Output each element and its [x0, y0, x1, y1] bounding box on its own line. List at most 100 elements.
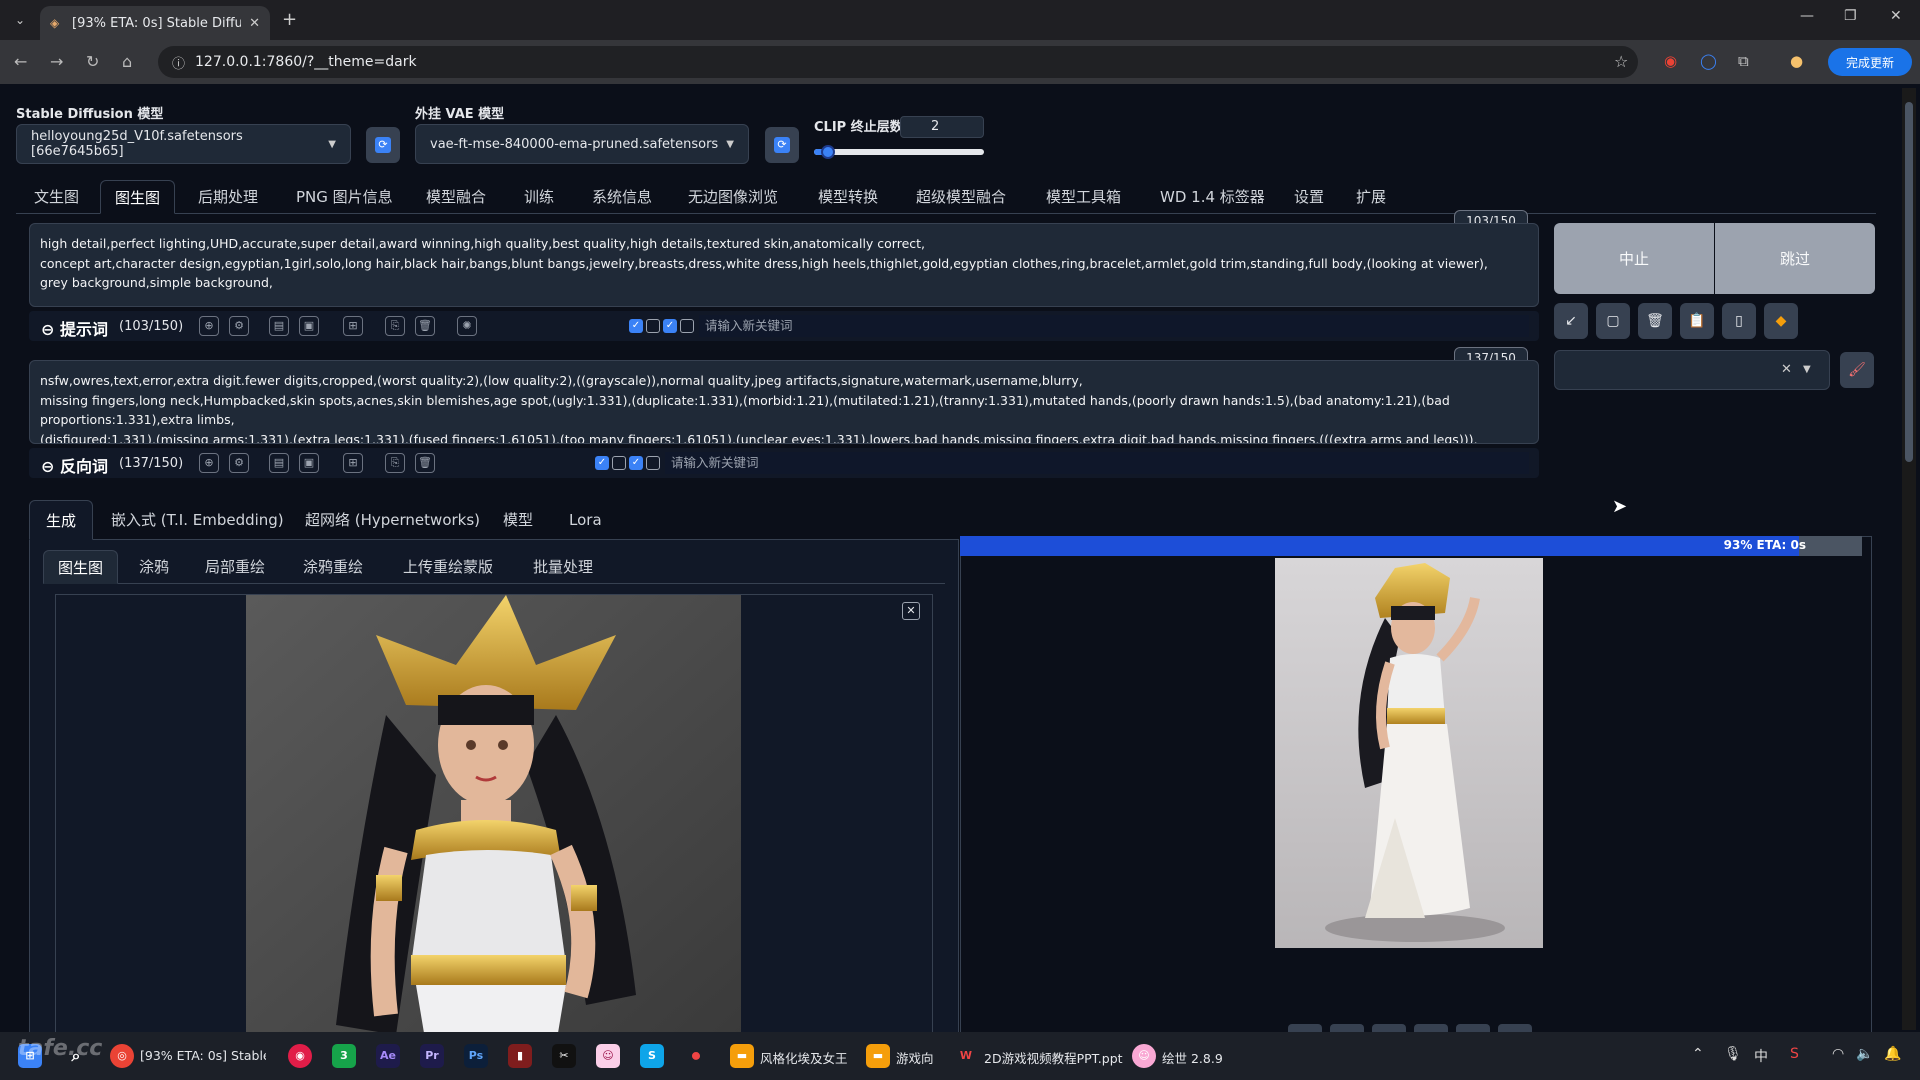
browser-tab[interactable]: ◈ [93% ETA: 0s] Stable Diffusion ✕	[40, 6, 270, 40]
copy-icon[interactable]: ⎘	[385, 453, 405, 473]
collapse-prompt-toggle[interactable]: ⊖ 提示词	[41, 316, 108, 340]
img-tab-3[interactable]: 涂鸦重绘	[303, 550, 363, 584]
new-tab-icon[interactable]: +	[282, 9, 297, 30]
styles-button[interactable]: 📋	[1680, 303, 1714, 339]
main-tab-3[interactable]: PNG 图片信息	[294, 180, 395, 214]
img-tab-0[interactable]: 图生图	[43, 550, 119, 584]
main-tab-8[interactable]: 模型转换	[816, 180, 880, 214]
update-button[interactable]: 完成更新	[1828, 48, 1912, 76]
folder-icon[interactable]: ▬	[866, 1044, 890, 1068]
trash-icon[interactable]: 🗑	[415, 453, 435, 473]
profile-avatar-icon[interactable]: ●	[1790, 52, 1803, 70]
app-3-icon[interactable]: 3	[332, 1044, 356, 1068]
checkbox-icon[interactable]: ✓	[595, 456, 609, 470]
negative-textarea[interactable]: nsfw,owres,text,error,extra digit.fewer …	[29, 360, 1539, 444]
apply-style-button[interactable]: 🖌	[1840, 352, 1874, 388]
bookmark-star-icon[interactable]: ☆	[1614, 52, 1628, 71]
microphone-icon[interactable]: 🎙	[1724, 1046, 1742, 1062]
back-icon[interactable]: ←	[14, 52, 27, 71]
extension-circle-icon[interactable]: ◯	[1700, 52, 1717, 70]
reload-icon[interactable]: ↻	[86, 52, 99, 71]
main-tab-1[interactable]: 图生图	[100, 180, 176, 214]
style-select[interactable]: ✕ ▼	[1554, 350, 1830, 390]
clip-skip-input[interactable]: 2	[900, 116, 984, 138]
main-tab-6[interactable]: 系统信息	[590, 180, 654, 214]
main-tab-0[interactable]: 文生图	[32, 180, 81, 214]
tab-list-icon[interactable]: ⌄	[8, 8, 32, 32]
img-tab-1[interactable]: 涂鸦	[139, 550, 169, 584]
sub-tab-4[interactable]: Lora	[569, 500, 602, 540]
interrupt-button[interactable]: 中止	[1554, 223, 1714, 294]
extensions-puzzle-icon[interactable]: ⧉	[1738, 52, 1749, 70]
translate-icon[interactable]: ⊕	[199, 453, 219, 473]
close-tab-icon[interactable]: ✕	[249, 16, 260, 31]
img-tab-2[interactable]: 局部重绘	[205, 550, 265, 584]
restore-icon[interactable]: ❐	[1844, 8, 1857, 24]
copy-icon[interactable]: ⎘	[385, 316, 405, 336]
photoshop-icon[interactable]: Ps	[464, 1044, 488, 1068]
bookmark-icon[interactable]: ▣	[299, 453, 319, 473]
collapse-negative-toggle[interactable]: ⊖ 反向词	[41, 453, 108, 477]
read-params-button[interactable]: ↙	[1554, 303, 1588, 339]
forward-icon[interactable]: →	[50, 52, 63, 71]
refresh-vae-button[interactable]: ⟳	[765, 127, 799, 163]
capcut-icon[interactable]: ✂	[552, 1044, 576, 1068]
tray-chevron-icon[interactable]: ⌃	[1692, 1046, 1704, 1062]
clip-skip-slider[interactable]	[814, 145, 984, 159]
minimize-icon[interactable]: —	[1800, 8, 1814, 24]
skip-button[interactable]: 跳过	[1715, 223, 1875, 294]
wifi-icon[interactable]: ◠	[1832, 1046, 1844, 1062]
checkbox-icon[interactable]: ✓	[629, 456, 643, 470]
scroll-thumb[interactable]	[1905, 102, 1913, 462]
checkbox-icon[interactable]	[680, 319, 694, 333]
clock-icon[interactable]	[612, 456, 626, 470]
close-icon[interactable]: ✕	[902, 602, 920, 620]
sub-tab-2[interactable]: 超网络 (Hypernetworks)	[305, 500, 480, 540]
ime-indicator[interactable]: 中	[1754, 1046, 1768, 1066]
page-scrollbar[interactable]	[1902, 88, 1916, 1030]
main-tab-4[interactable]: 模型融合	[424, 180, 488, 214]
history-icon[interactable]: ▤	[269, 453, 289, 473]
folder-icon[interactable]: ▬	[730, 1044, 754, 1068]
chrome-icon[interactable]: ◎	[110, 1044, 134, 1068]
wps-icon[interactable]: W	[954, 1044, 978, 1068]
clear-button[interactable]: 🗑	[1638, 303, 1672, 339]
extension-color-icon[interactable]: ◉	[1664, 52, 1677, 70]
checkbox-icon[interactable]: ✓	[629, 319, 643, 333]
after-effects-icon[interactable]: Ae	[376, 1044, 400, 1068]
input-image-canvas[interactable]	[55, 594, 933, 1044]
bookmark-icon[interactable]: ▣	[299, 316, 319, 336]
home-icon[interactable]: ⌂	[122, 52, 132, 71]
paste-button[interactable]: ▢	[1596, 303, 1630, 339]
format-icon[interactable]: ⊞	[343, 453, 363, 473]
anime-app-icon[interactable]: ☺	[596, 1044, 620, 1068]
vae-model-dropdown[interactable]: vae-ft-mse-840000-ema-pruned.safetensors…	[415, 124, 749, 164]
record-icon[interactable]: ⏺	[684, 1044, 708, 1068]
netease-music-icon[interactable]: ◉	[288, 1044, 312, 1068]
save-style-button[interactable]: ◆	[1764, 303, 1798, 339]
sub-tab-0[interactable]: 生成	[29, 500, 94, 540]
sogou-icon[interactable]: S	[1790, 1046, 1799, 1062]
main-tab-13[interactable]: 扩展	[1354, 180, 1388, 214]
clip-slider-thumb[interactable]	[820, 145, 835, 159]
keyword-input[interactable]: 请输入新关键词	[699, 315, 1529, 337]
site-info-icon[interactable]: ⓘ	[172, 53, 185, 72]
settings-icon[interactable]: ⚙	[229, 453, 249, 473]
notification-icon[interactable]: 🔔	[1884, 1046, 1901, 1062]
clock-icon[interactable]	[646, 319, 660, 333]
huishi-app-icon[interactable]: ☺	[1132, 1044, 1156, 1068]
img-tab-4[interactable]: 上传重绘蒙版	[403, 550, 493, 584]
keyword-input[interactable]: 请输入新关键词	[665, 452, 1529, 474]
checkbox-icon[interactable]: ✓	[663, 319, 677, 333]
ai-icon[interactable]: ✺	[457, 316, 477, 336]
main-tab-11[interactable]: WD 1.4 标签器	[1158, 180, 1267, 214]
history-icon[interactable]: ▤	[269, 316, 289, 336]
extra-networks-button[interactable]: ▯	[1722, 303, 1756, 339]
close-window-icon[interactable]: ✕	[1890, 8, 1902, 24]
clear-x-icon[interactable]: ✕	[1781, 362, 1792, 377]
main-tab-10[interactable]: 模型工具箱	[1044, 180, 1123, 214]
refresh-sd-button[interactable]: ⟳	[366, 127, 400, 163]
main-tab-7[interactable]: 无边图像浏览	[686, 180, 780, 214]
img-tab-5[interactable]: 批量处理	[533, 550, 593, 584]
output-image[interactable]	[1275, 558, 1543, 948]
